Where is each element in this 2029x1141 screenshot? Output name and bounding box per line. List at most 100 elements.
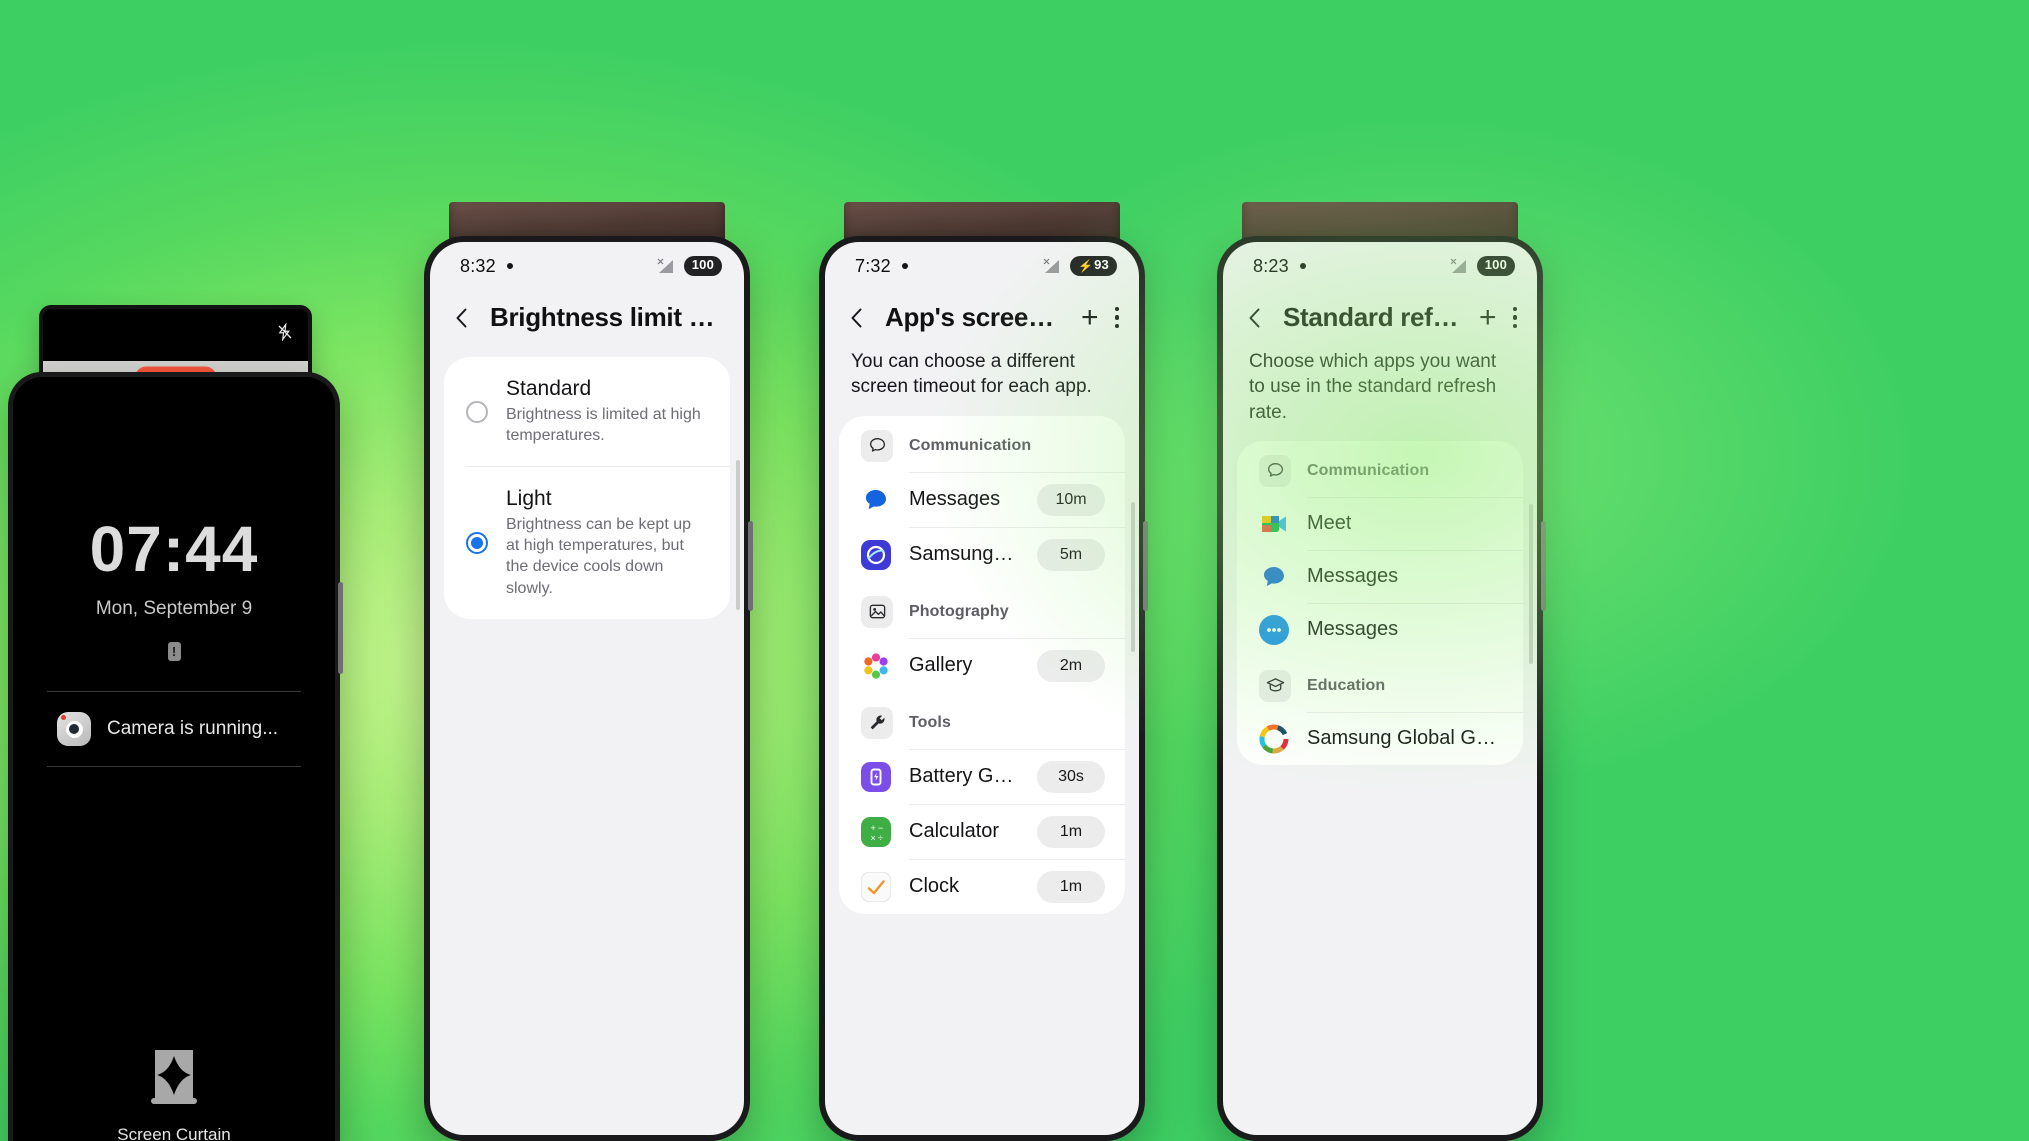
phone-standard-refresh-rate: 8:23 100 Standard refresh rat... [1217, 236, 1546, 1141]
battery-level: 100 [691, 257, 714, 273]
timeout-chip[interactable]: 1m [1037, 815, 1105, 848]
timeout-chip[interactable]: 10m [1037, 483, 1105, 516]
battery-level: 93 [1094, 257, 1109, 273]
scrollbar[interactable] [1529, 504, 1533, 664]
meet-icon [1259, 509, 1289, 539]
screen-curtain-icon [151, 1050, 197, 1104]
lock-date: Mon, September 9 [95, 598, 253, 619]
page-header: Standard refresh rat... + [1223, 280, 1537, 343]
app-row-battery-guardian[interactable]: Battery Guardi... 30s [839, 750, 1125, 804]
plus-icon[interactable]: + [1479, 302, 1497, 333]
charging-bolt-icon: ⚡ [1077, 258, 1094, 273]
app-row-messages[interactable]: Messages [1237, 551, 1523, 603]
background-gradient: 00:00:10 07:44 Mon, September 9 Camera i… [0, 0, 2029, 1141]
calculator-icon: + − × ÷ [861, 816, 891, 847]
page-title: Brightness limit profile [490, 302, 724, 332]
page-header: Brightness limit profile [430, 280, 744, 343]
app-row-messages[interactable]: Messages 10m [839, 473, 1125, 527]
app-row-clock[interactable]: Clock 1m [839, 860, 1125, 914]
plus-icon[interactable]: + [1081, 302, 1099, 333]
scrollbar[interactable] [1131, 502, 1135, 652]
timeout-chip[interactable]: 5m [1037, 538, 1105, 571]
page-description: Choose which apps you want to use in the… [1249, 351, 1497, 423]
app-name: Gallery [909, 654, 973, 677]
group-tools: Tools [839, 693, 1125, 749]
radio-light[interactable] [466, 531, 488, 554]
option-standard[interactable]: Standard Brightness is limited at high t… [444, 357, 730, 466]
battery-indicator: ⚡ 93 [1069, 256, 1117, 276]
group-photography: Photography [839, 582, 1125, 638]
svg-text:+: + [871, 823, 876, 833]
app-row-meet[interactable]: Meet [1237, 498, 1523, 550]
wrench-icon [861, 706, 893, 739]
app-list-card: Communication Meet Messages Messages Edu… [1237, 440, 1523, 765]
status-bar: 8:32 100 [430, 242, 744, 280]
no-signal-icon [1042, 257, 1063, 275]
messages-alt-icon [1259, 614, 1289, 645]
scrollbar[interactable] [736, 460, 740, 610]
app-name: Clock [909, 875, 960, 898]
app-row-calculator[interactable]: + − × ÷ Calculator 1m [839, 805, 1125, 859]
flash-off-icon[interactable] [276, 322, 294, 342]
more-options-icon[interactable] [1512, 306, 1517, 329]
messages-icon [1259, 562, 1289, 592]
battery-indicator: 100 [1476, 256, 1515, 276]
app-row-samsung-global-goals[interactable]: Samsung Global Goals [1237, 713, 1523, 765]
phone-lockscreen: 07:44 Mon, September 9 Camera is running… [8, 372, 343, 1141]
samsung-internet-icon [861, 539, 891, 570]
app-name: Messages [1307, 618, 1399, 641]
radio-standard[interactable] [466, 400, 488, 423]
lock-clock: 07:44 [89, 513, 259, 585]
option-light-label: Light [506, 487, 552, 511]
page-title: App's screen timeout [885, 302, 1067, 332]
back-icon[interactable] [448, 304, 476, 332]
battery-level: 100 [1484, 257, 1507, 273]
gallery-icon [861, 651, 891, 681]
back-icon[interactable] [843, 304, 871, 332]
divider-bottom [47, 766, 301, 767]
chat-bubble-icon [861, 429, 893, 462]
status-time: 8:23 [1253, 255, 1289, 276]
phone-brightness-limit: 8:32 100 Brightness limit profile [424, 236, 753, 1141]
phone-app-screen-timeout: 7:32 ⚡ 93 App's screen timeout [819, 236, 1148, 1141]
option-standard-label: Standard [506, 377, 592, 400]
more-options-icon[interactable] [1114, 306, 1119, 329]
no-signal-icon [1449, 257, 1470, 275]
app-row-messages-alt[interactable]: Messages [1237, 604, 1523, 656]
group-label: Education [1307, 676, 1386, 694]
power-button[interactable] [338, 582, 343, 674]
chat-bubble-icon [1259, 454, 1291, 487]
group-label: Communication [1307, 461, 1430, 479]
page-header: App's screen timeout + [825, 280, 1139, 343]
app-row-gallery[interactable]: Gallery 2m [839, 639, 1125, 693]
power-button[interactable] [1143, 521, 1148, 611]
svg-text:−: − [878, 823, 883, 833]
samsung-global-goals-icon [1259, 724, 1289, 754]
group-communication: Communication [839, 416, 1125, 472]
power-button[interactable] [1541, 521, 1546, 611]
group-communication: Communication [1237, 441, 1523, 497]
battery-indicator: 100 [683, 256, 722, 276]
timeout-chip[interactable]: 30s [1037, 760, 1105, 793]
app-name: Messages [1307, 565, 1399, 588]
power-button[interactable] [748, 521, 753, 611]
app-list-card: Communication Messages 10m Samsung Inter… [839, 415, 1125, 914]
app-timeout-display: 7:32 ⚡ 93 App's screen timeout [825, 242, 1139, 1135]
timeout-chip[interactable]: 1m [1037, 870, 1105, 903]
status-dot-icon [506, 263, 513, 269]
camera-running-notification[interactable]: Camera is running... [13, 692, 335, 766]
group-label: Tools [909, 713, 951, 731]
timeout-chip[interactable]: 2m [1037, 649, 1105, 682]
refresh-rate-display: 8:23 100 Standard refresh rat... [1223, 242, 1537, 1135]
battery-warning-icon [167, 642, 181, 661]
camera-icon [57, 712, 91, 746]
app-name: Battery Guardi... [909, 765, 1019, 788]
messages-icon [861, 485, 891, 515]
status-time: 8:32 [460, 255, 496, 276]
option-light[interactable]: Light Brightness can be kept up at high … [444, 467, 730, 618]
screen-curtain-shortcut[interactable]: Screen Curtain [13, 1046, 335, 1141]
back-icon[interactable] [1241, 304, 1269, 332]
status-bar: 7:32 ⚡ 93 [825, 242, 1139, 280]
battery-guardian-icon [861, 761, 891, 792]
app-row-samsung-internet[interactable]: Samsung Inter... 5m [839, 528, 1125, 582]
